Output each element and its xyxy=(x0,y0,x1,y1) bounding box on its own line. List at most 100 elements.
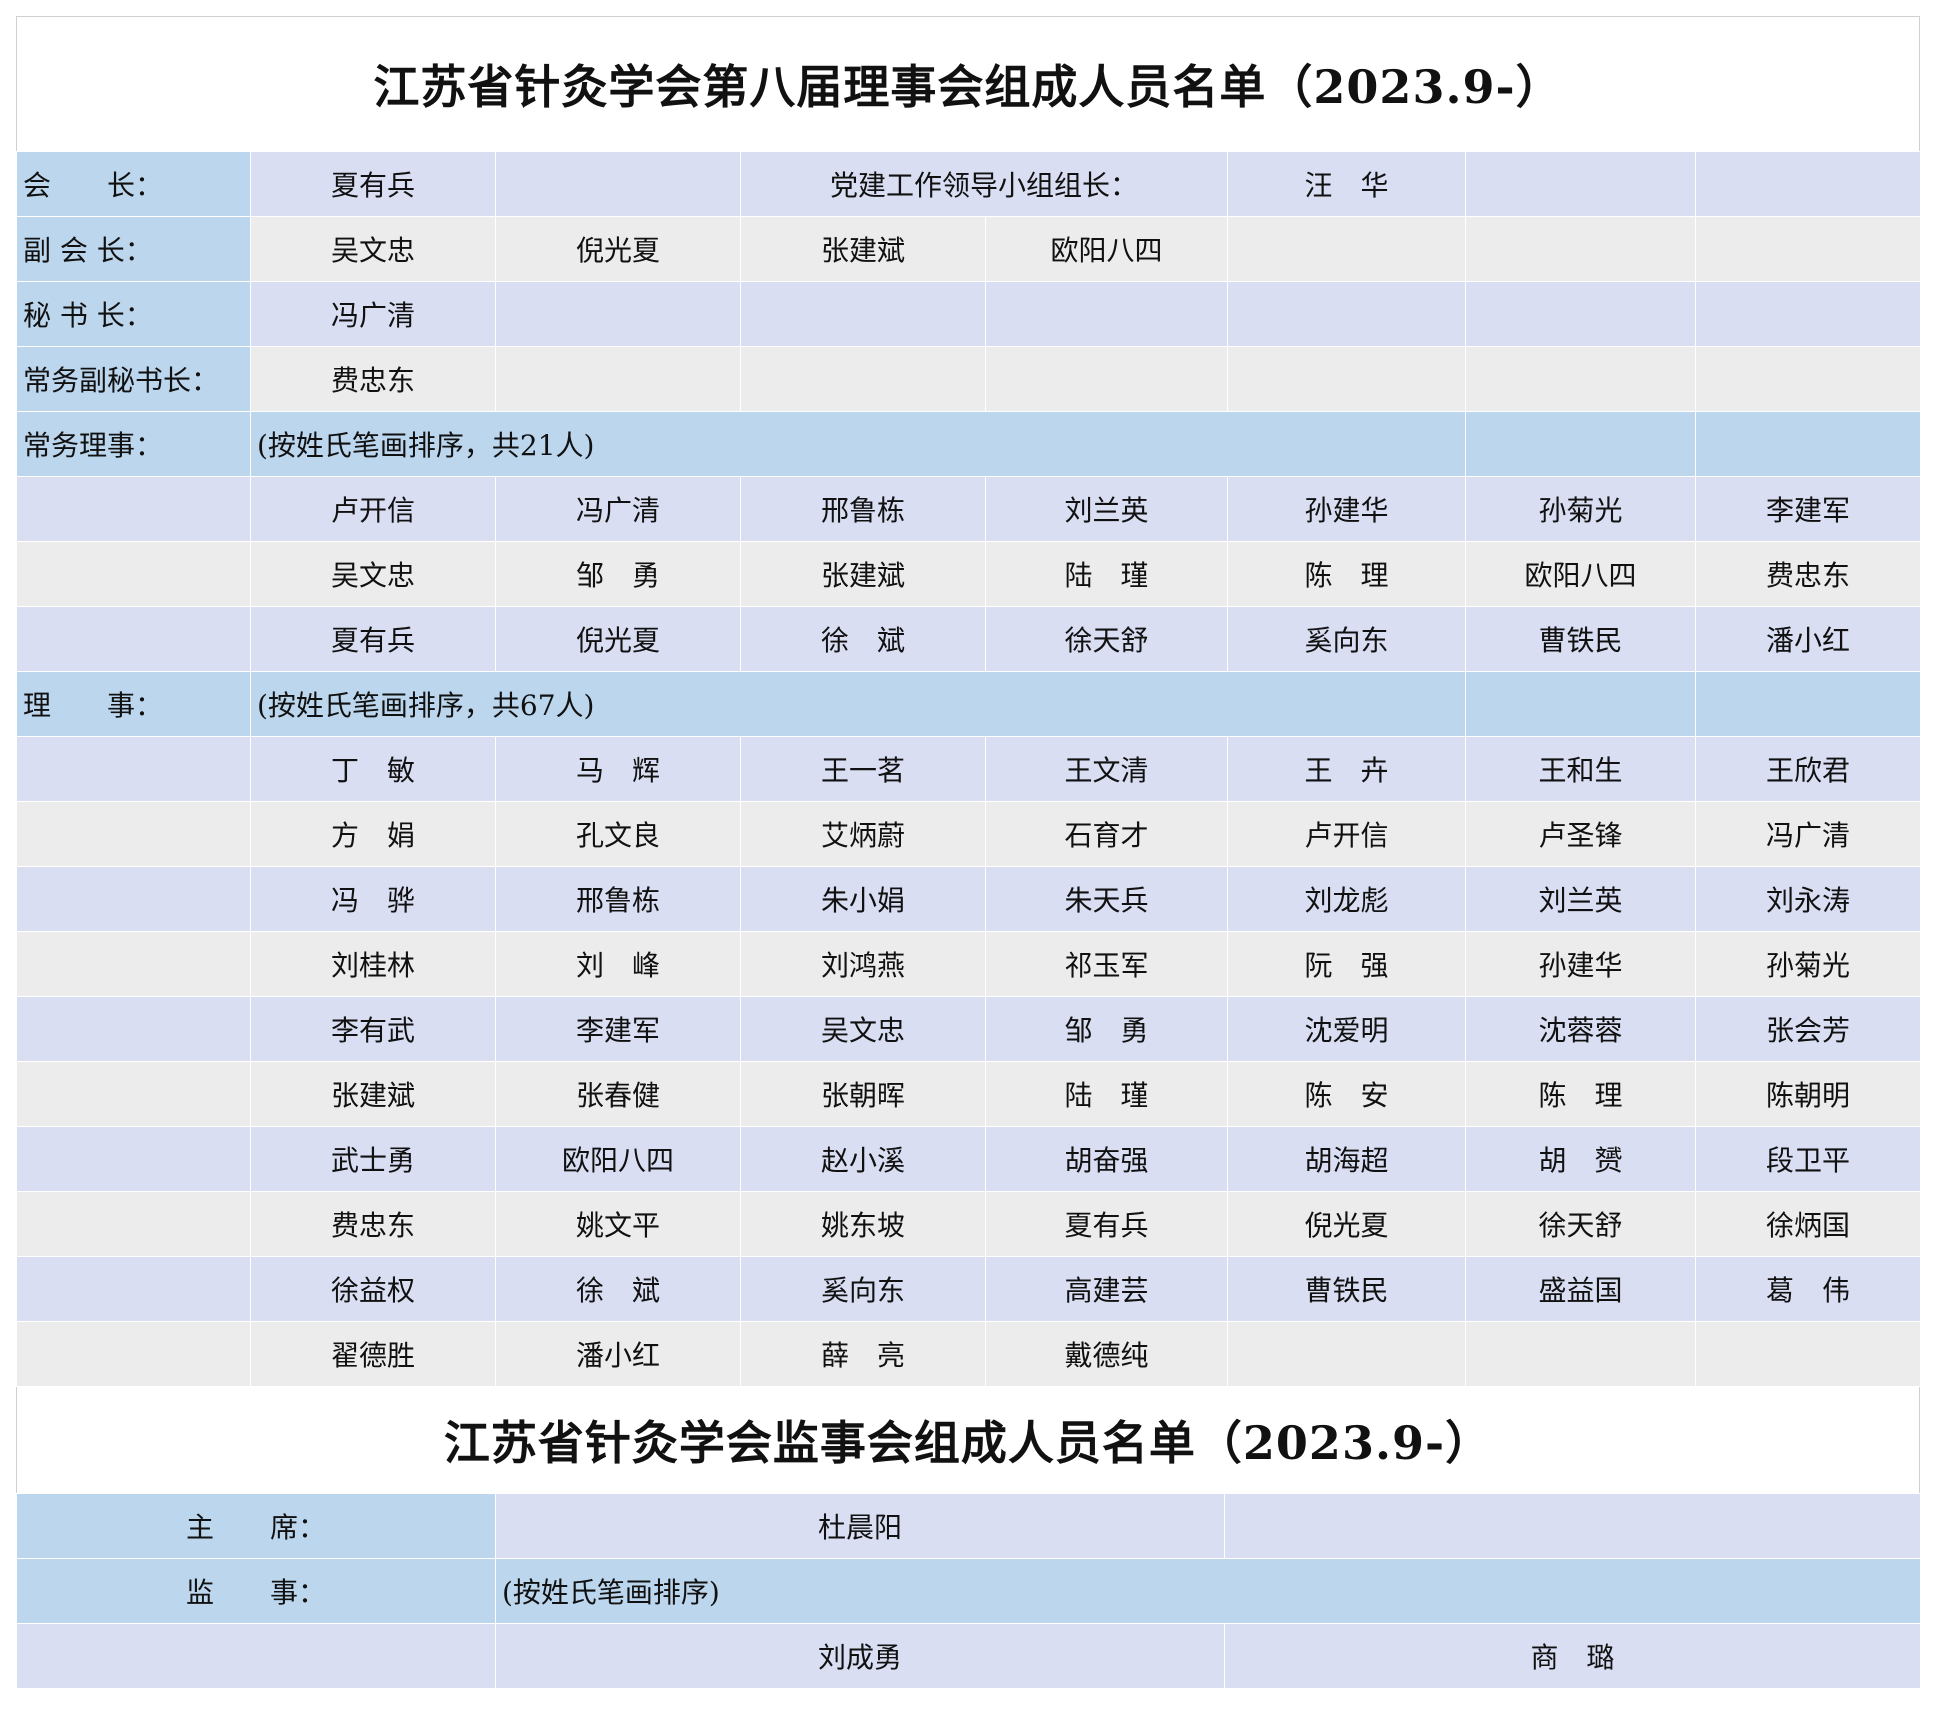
spreadsheet: 江苏省针灸学会第八届理事会组成人员名单（2023.9-） 会 长： 夏有兵 党建… xyxy=(16,16,1922,1689)
empty-cell xyxy=(1695,216,1922,282)
board-table: 会 长： 夏有兵 党建工作领导小组组长： 汪 华 副 会 长： 吴文忠 倪光夏 … xyxy=(16,151,1922,1387)
empty-cell xyxy=(1465,671,1697,737)
empty-cell xyxy=(1227,216,1467,282)
empty-cell xyxy=(16,1061,251,1127)
name-row: 丁 敏马 辉王一茗 王文清王 卉王和生 王欣君 xyxy=(16,736,1922,802)
member-name-cell: 刘兰英 xyxy=(1465,866,1697,932)
vice-president-name: 张建斌 xyxy=(740,216,986,282)
member-name-cell: 费忠东 xyxy=(1695,541,1922,607)
member-name-cell: 沈蓉蓉 xyxy=(1465,996,1697,1062)
empty-cell xyxy=(495,151,741,217)
member-name-cell: 刘龙彪 xyxy=(1227,866,1467,932)
member-note: (按姓氏笔画排序) xyxy=(495,1558,1921,1624)
empty-cell xyxy=(16,606,251,672)
empty-cell xyxy=(1695,411,1922,477)
member-name-cell: 张建斌 xyxy=(250,1061,496,1127)
empty-cell xyxy=(16,541,251,607)
vice-president-name: 欧阳八四 xyxy=(984,216,1229,282)
member-name-cell: 高建芸 xyxy=(984,1256,1229,1322)
director-header-row: 理 事： (按姓氏笔画排序，共67人) xyxy=(16,671,1922,737)
member-name-cell: 孙建华 xyxy=(1227,476,1467,542)
member-label: 监 事： xyxy=(16,1558,496,1624)
vice-president-row: 副 会 长： 吴文忠 倪光夏 张建斌 欧阳八四 xyxy=(16,216,1922,282)
member-name-cell: 陈 理 xyxy=(1227,541,1467,607)
member-name-cell: 李建军 xyxy=(1695,476,1922,542)
president-name: 夏有兵 xyxy=(250,151,496,217)
member-header-row: 监 事： (按姓氏笔画排序) xyxy=(16,1558,1921,1624)
member-name-cell: 邹 勇 xyxy=(495,541,741,607)
member-name-cell: 潘小红 xyxy=(495,1321,741,1387)
member-name-cell: 奚向东 xyxy=(1227,606,1467,672)
exec-deputy-label: 常务副秘书长： xyxy=(16,346,251,412)
member-name: 刘成勇 xyxy=(495,1623,1225,1689)
member-name-cell: 张朝晖 xyxy=(740,1061,986,1127)
member-name-cell: 刘 峰 xyxy=(495,931,741,997)
name-row: 吴文忠邹 勇张建斌陆 瑾陈 理欧阳八四 费忠东 xyxy=(16,541,1922,607)
member-name-cell: 赵小溪 xyxy=(740,1126,986,1192)
member-name-cell: 盛益国 xyxy=(1465,1256,1697,1322)
empty-cell xyxy=(1465,346,1697,412)
member-name-cell: 陈 安 xyxy=(1227,1061,1467,1127)
member-name-cell: 刘兰英 xyxy=(984,476,1229,542)
chair-row: 主 席： 杜晨阳 xyxy=(16,1493,1921,1559)
member-name-cell: 王文清 xyxy=(984,736,1229,802)
member-name-cell: 刘桂林 xyxy=(250,931,496,997)
empty-cell xyxy=(16,1191,251,1257)
member-name-cell xyxy=(1227,1321,1467,1387)
empty-cell xyxy=(16,476,251,542)
exec-deputy-row: 常务副秘书长： 费忠东 xyxy=(16,346,1922,412)
name-row: 方 娟孔文良 艾炳蔚 石育才 卢开信 卢圣锋 冯广清 xyxy=(16,801,1922,867)
member-name-cell: 陆 瑾 xyxy=(984,541,1229,607)
empty-cell xyxy=(16,1256,251,1322)
empty-cell xyxy=(16,1321,251,1387)
name-row: 费忠东 姚文平 姚东坡 夏有兵 倪光夏 徐天舒 徐炳国 xyxy=(16,1191,1922,1257)
member-name-cell: 胡 赟 xyxy=(1465,1126,1697,1192)
member-name-cell: 费忠东 xyxy=(250,1191,496,1257)
secretary-label: 秘 书 长： xyxy=(16,281,251,347)
name-row: 夏有兵 倪光夏徐 斌徐天舒 奚向东 曹铁民 潘小红 xyxy=(16,606,1922,672)
member-name-cell: 徐天舒 xyxy=(984,606,1229,672)
chair-name: 杜晨阳 xyxy=(495,1493,1225,1559)
member-name-cell: 陈朝明 xyxy=(1695,1061,1922,1127)
empty-cell xyxy=(1695,281,1922,347)
member-name-cell: 武士勇 xyxy=(250,1126,496,1192)
empty-cell xyxy=(1465,216,1697,282)
member-name-cell: 祁玉军 xyxy=(984,931,1229,997)
member-name-cell: 阮 强 xyxy=(1227,931,1467,997)
chair-label: 主 席： xyxy=(16,1493,496,1559)
member-name-cell: 吴文忠 xyxy=(250,541,496,607)
member-name-cell: 潘小红 xyxy=(1695,606,1922,672)
member-name-cell: 石育才 xyxy=(984,801,1229,867)
member-name-cell: 冯广清 xyxy=(495,476,741,542)
member-name-cell: 陈 理 xyxy=(1465,1061,1697,1127)
member-name-cell: 张春健 xyxy=(495,1061,741,1127)
member-name-cell: 曹铁民 xyxy=(1465,606,1697,672)
empty-cell xyxy=(1227,281,1467,347)
empty-cell xyxy=(1695,346,1922,412)
secretary-name: 冯广清 xyxy=(250,281,496,347)
empty-cell xyxy=(1465,411,1697,477)
vice-president-name: 倪光夏 xyxy=(495,216,741,282)
member-name-cell: 葛 伟 xyxy=(1695,1256,1922,1322)
member-name-cell: 孙菊光 xyxy=(1465,476,1697,542)
empty-cell xyxy=(1224,1493,1921,1559)
member-name-cell: 邢鲁栋 xyxy=(740,476,986,542)
member-name-cell: 李有武 xyxy=(250,996,496,1062)
member-row: 刘成勇 商 璐 xyxy=(16,1623,1921,1689)
member-name-cell: 姚文平 xyxy=(495,1191,741,1257)
member-name-cell: 夏有兵 xyxy=(250,606,496,672)
member-name-cell xyxy=(1695,1321,1922,1387)
member-name-cell: 邹 勇 xyxy=(984,996,1229,1062)
board-title: 江苏省针灸学会第八届理事会组成人员名单（2023.9-） xyxy=(16,16,1920,151)
exec-deputy-name: 费忠东 xyxy=(250,346,496,412)
member-name-cell: 冯 骅 xyxy=(250,866,496,932)
member-name: 商 璐 xyxy=(1224,1623,1921,1689)
member-name-cell: 卢圣锋 xyxy=(1465,801,1697,867)
member-name-cell: 丁 敏 xyxy=(250,736,496,802)
member-name-cell: 段卫平 xyxy=(1695,1126,1922,1192)
standing-label: 常务理事： xyxy=(16,411,251,477)
member-name-cell: 倪光夏 xyxy=(495,606,741,672)
empty-cell xyxy=(984,281,1229,347)
member-name-cell: 刘永涛 xyxy=(1695,866,1922,932)
name-row: 冯 骅邢鲁栋 朱小娟 朱天兵 刘龙彪 刘兰英 刘永涛 xyxy=(16,866,1922,932)
